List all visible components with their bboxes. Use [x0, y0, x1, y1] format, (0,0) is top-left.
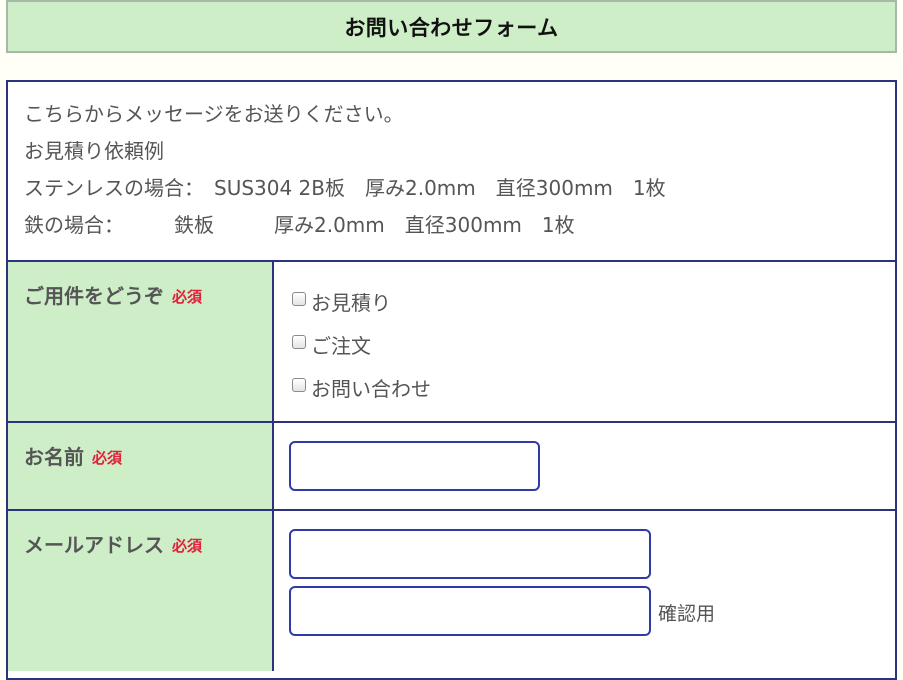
email-input[interactable] — [289, 529, 651, 579]
subject-label-cell: ご用件をどうぞ 必須 — [8, 262, 274, 421]
subject-row: ご用件をどうぞ 必須 お見積り ご注文 お問い合わせ — [8, 262, 895, 423]
page-title: お問い合わせフォーム — [344, 15, 559, 40]
email-confirm-label: 確認用 — [658, 603, 716, 625]
required-badge: 必須 — [172, 537, 203, 555]
name-field-cell — [274, 423, 895, 509]
intro-text: こちらからメッセージをお送りください。 お見積り依頼例 ステンレスの場合： SU… — [8, 82, 895, 262]
contact-form: こちらからメッセージをお送りください。 お見積り依頼例 ステンレスの場合： SU… — [6, 80, 897, 680]
inquiry-checkbox[interactable] — [292, 377, 306, 392]
quote-checkbox[interactable] — [292, 291, 306, 306]
email-field-cell: 確認用 — [274, 511, 895, 671]
subject-options: お見積り ご注文 お問い合わせ — [274, 262, 895, 421]
email-label-cell: メールアドレス 必須 — [8, 511, 274, 671]
subject-option-quote[interactable]: お見積り — [292, 280, 895, 323]
name-label-cell: お名前 必須 — [8, 423, 274, 509]
subject-option-inquiry[interactable]: お問い合わせ — [292, 366, 895, 409]
required-badge: 必須 — [92, 449, 123, 467]
subject-label: ご用件をどうぞ — [24, 284, 164, 308]
email-row: メールアドレス 必須 確認用 — [8, 511, 895, 671]
option-label: お見積り — [311, 291, 391, 315]
name-row: お名前 必須 — [8, 423, 895, 511]
option-label: お問い合わせ — [311, 377, 431, 401]
intro-line: お見積り依頼例 — [24, 139, 164, 163]
intro-line: 鉄の場合： 鉄板 厚み2.0mm 直径300mm 1枚 — [24, 213, 575, 237]
option-label: ご注文 — [311, 334, 371, 358]
email-confirm-input[interactable] — [289, 586, 651, 636]
required-badge: 必須 — [172, 288, 203, 306]
name-label: お名前 — [24, 445, 84, 469]
email-label: メールアドレス — [24, 533, 164, 557]
intro-line: ステンレスの場合： SUS304 2B板 厚み2.0mm 直径300mm 1枚 — [24, 176, 666, 200]
form-title-bar: お問い合わせフォーム — [6, 0, 897, 53]
order-checkbox[interactable] — [292, 334, 306, 349]
subject-option-order[interactable]: ご注文 — [292, 323, 895, 366]
name-input[interactable] — [289, 441, 540, 491]
intro-line: こちらからメッセージをお送りください。 — [24, 102, 404, 126]
